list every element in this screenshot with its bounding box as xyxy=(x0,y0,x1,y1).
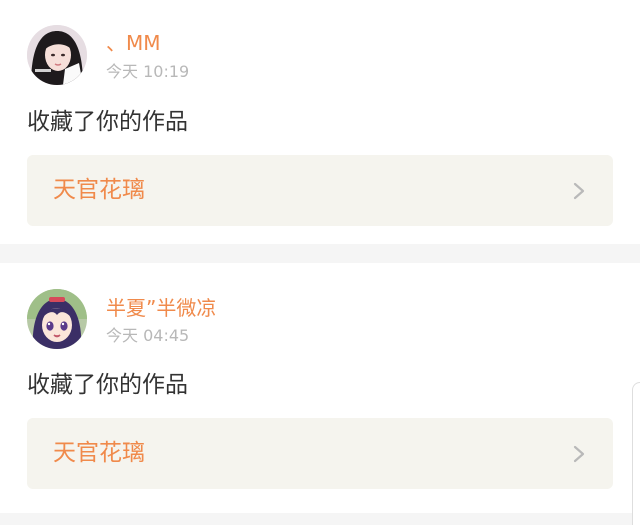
avatar-illustration xyxy=(27,289,87,349)
username[interactable]: 、MM xyxy=(106,31,161,55)
work-link-button[interactable]: 天官花璃 xyxy=(27,418,613,489)
scrollbar-edge xyxy=(632,382,640,525)
work-link-button[interactable]: 天官花璃 xyxy=(27,155,613,226)
action-text: 收藏了你的作品 xyxy=(27,109,188,135)
user-avatar-girl-photo-icon[interactable] xyxy=(27,25,87,85)
timestamp: 今天 10:19 xyxy=(106,62,190,81)
username[interactable]: 半夏”半微凉 xyxy=(106,296,216,320)
notification-feed: 、MM 今天 10:19 收藏了你的作品 天官花璃 半夏”半微凉 今天 04:4… xyxy=(0,0,640,525)
user-avatar-anime-icon[interactable] xyxy=(27,289,87,349)
avatar-photo xyxy=(27,25,87,85)
work-title: 天官花璃 xyxy=(53,177,145,203)
notification-card: 半夏”半微凉 今天 04:45 收藏了你的作品 天官花璃 xyxy=(0,263,640,513)
notification-card: 、MM 今天 10:19 收藏了你的作品 天官花璃 xyxy=(0,0,640,244)
chevron-right-icon xyxy=(573,445,585,463)
work-title: 天官花璃 xyxy=(53,440,145,466)
chevron-right-icon xyxy=(573,182,585,200)
timestamp: 今天 04:45 xyxy=(106,326,190,345)
action-text: 收藏了你的作品 xyxy=(27,372,188,398)
